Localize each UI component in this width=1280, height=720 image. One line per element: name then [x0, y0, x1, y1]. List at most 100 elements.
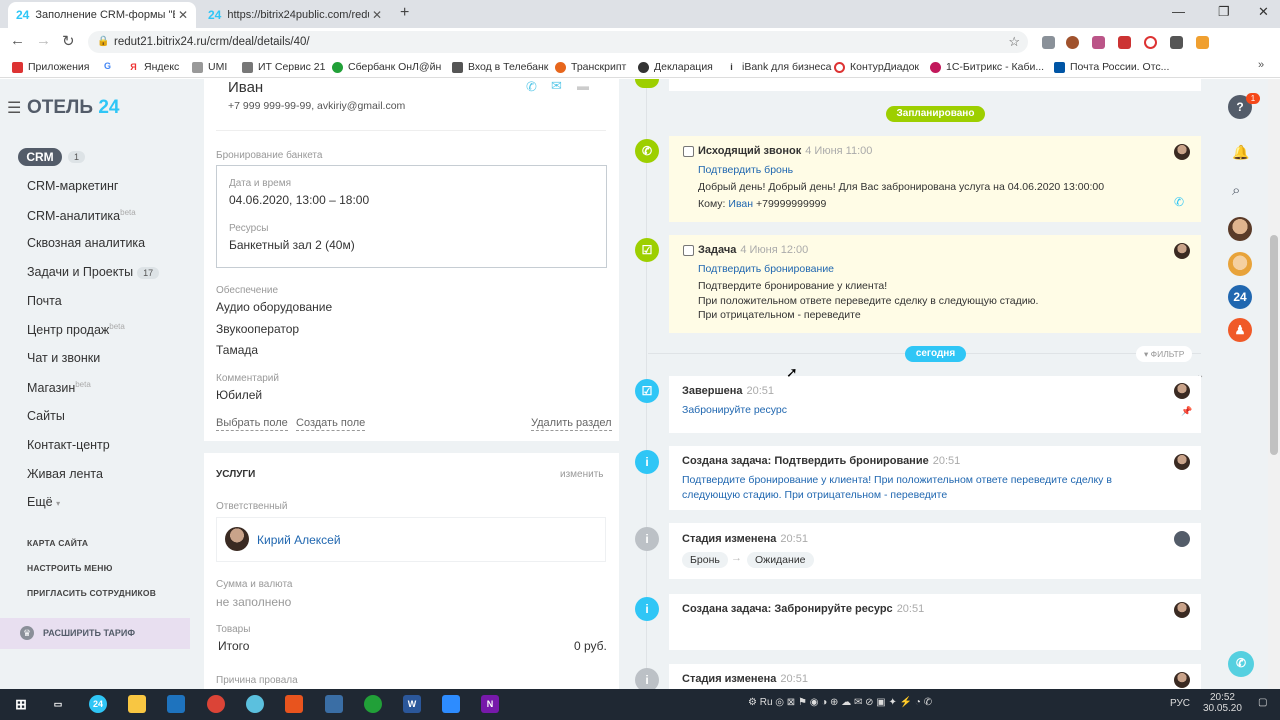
bookmark-google[interactable]: G — [102, 61, 118, 72]
contact-name[interactable]: Иван — [228, 79, 263, 96]
close-tab-icon[interactable]: ✕ — [372, 8, 382, 22]
extension-icon[interactable] — [1092, 36, 1105, 49]
bookmark[interactable]: i iBank для бизнеса — [726, 61, 831, 73]
bitrix24-app-icon[interactable]: 24 — [89, 695, 107, 713]
chat-icon[interactable]: ▬ — [577, 79, 589, 93]
extension-icon[interactable] — [1170, 36, 1183, 49]
logo[interactable]: ОТЕЛЬ 24 — [27, 97, 119, 119]
app-icon[interactable] — [325, 695, 343, 713]
task-done-checkbox[interactable] — [683, 245, 694, 256]
call-done-checkbox[interactable] — [683, 146, 694, 157]
tray-icons[interactable]: ⚙ Ru ◎ ⊠ ⚑ ◉ ◑ ⊕ ☁ ✉ ⊘ ▣ ✦ ⚡ ◔ ✆ — [748, 697, 932, 708]
bookmark[interactable]: Я Яндекс — [128, 61, 179, 73]
delete-section-link[interactable]: Удалить раздел — [531, 417, 612, 431]
bookmark[interactable]: Транскрипт — [555, 61, 626, 73]
bookmark[interactable]: 1С-Битрикс - Каби... — [930, 61, 1044, 73]
more-bookmarks-icon[interactable]: » — [1258, 59, 1264, 71]
site-icon — [242, 61, 253, 73]
invite-employees-link[interactable]: ПРИГЛАСИТЬ СОТРУДНИКОВ — [27, 588, 156, 598]
configure-menu-link[interactable]: НАСТРОИТЬ МЕНЮ — [27, 563, 113, 573]
close-window-icon[interactable]: ✕ — [1258, 4, 1269, 20]
call-action-icon[interactable]: ✆ — [1174, 195, 1184, 209]
task-subject[interactable]: Подтвердить бронирование — [698, 263, 834, 275]
menu-item-crm-marketing[interactable]: CRM-маркетинг — [27, 179, 118, 193]
language-indicator[interactable]: РУС — [1170, 698, 1190, 709]
tab-title: https://bitrix24public.com/redut — [227, 9, 370, 21]
create-field-link[interactable]: Создать поле — [296, 417, 366, 431]
hamburger-icon[interactable]: ☰ — [7, 98, 21, 118]
bitrix24-icon[interactable]: 24 — [1228, 285, 1252, 309]
close-tab-icon[interactable]: ✕ — [178, 8, 188, 22]
menu-item-mail[interactable]: Почта — [27, 294, 62, 308]
browser-tab[interactable]: 24 https://bitrix24public.com/redut ✕ — [200, 2, 390, 28]
bookmark[interactable]: Вход в Телебанк — [452, 61, 548, 73]
bookmark[interactable]: Сбербанк ОнЛ@йн — [332, 61, 441, 73]
menu-item-contact-center[interactable]: Контакт-центр — [27, 438, 110, 452]
search-icon[interactable]: ⌕ — [1232, 182, 1240, 199]
extension-icon[interactable] — [1066, 36, 1079, 49]
menu-item-analytics[interactable]: Сквозная аналитика — [27, 236, 145, 250]
task-view-icon[interactable]: ▭ — [49, 695, 67, 713]
menu-item-more[interactable]: Ещё ▾ — [27, 495, 60, 509]
app-icon[interactable] — [285, 695, 303, 713]
menu-item-shop[interactable]: Магазинbeta — [27, 380, 91, 395]
clock[interactable]: 20:52 30.05.20 — [1203, 692, 1242, 714]
timeline-stage-card[interactable] — [669, 523, 1201, 579]
app-icon[interactable] — [167, 695, 185, 713]
extension-icon[interactable] — [1196, 36, 1209, 49]
windows-start-icon[interactable]: ⊞ — [12, 695, 30, 713]
done-link[interactable]: Забронируйте ресурс — [682, 404, 787, 416]
extension-icon[interactable] — [1118, 36, 1131, 49]
change-link[interactable]: изменить — [560, 469, 604, 480]
chrome-icon[interactable] — [207, 695, 225, 713]
created-text-line[interactable]: Подтвердите бронирование у клиента! При … — [682, 474, 1112, 486]
bookmark[interactable]: Декларация — [638, 61, 713, 73]
menu-item-sites[interactable]: Сайты — [27, 409, 65, 423]
call-subject[interactable]: Подтвердить бронь — [698, 164, 793, 176]
app-icon[interactable] — [246, 695, 264, 713]
minimize-icon[interactable]: — — [1172, 4, 1185, 19]
menu-item-chat[interactable]: Чат и звонки — [27, 351, 100, 365]
phone-icon[interactable]: ✆ — [526, 79, 537, 95]
menu-item-crm[interactable]: CRM — [18, 148, 62, 166]
bookmark-apps[interactable]: Приложения — [12, 61, 89, 73]
word-icon[interactable]: W — [403, 695, 421, 713]
bookmark[interactable]: UMI — [192, 61, 227, 73]
menu-item-live-feed[interactable]: Живая лента — [27, 467, 103, 481]
onenote-icon[interactable]: N — [481, 695, 499, 713]
app-icon[interactable] — [364, 695, 382, 713]
call-button-icon[interactable]: ✆ — [1228, 651, 1254, 677]
created-text-line[interactable]: следующую стадию. При отрицательном - пе… — [682, 489, 947, 501]
user-avatar[interactable] — [1228, 217, 1252, 241]
upgrade-tariff-button[interactable]: ♛ РАСШИРИТЬ ТАРИФ — [0, 618, 190, 649]
extension-icon[interactable] — [1042, 36, 1055, 49]
filter-button[interactable]: ▾ ФИЛЬТР — [1136, 346, 1193, 362]
url-input[interactable]: 🔒 redut21.bitrix24.ru/crm/deal/details/4… — [88, 31, 1028, 53]
bookmark[interactable]: ИТ Сервис 21 — [242, 61, 325, 73]
email-icon[interactable]: ✉ — [551, 78, 562, 94]
forward-icon[interactable]: → — [36, 32, 51, 49]
reload-icon[interactable]: ↻ — [62, 32, 75, 50]
menu-item-tasks[interactable]: Задачи и Проекты 17 — [27, 265, 160, 279]
menu-item-sales-center[interactable]: Центр продажbeta — [27, 322, 125, 337]
browser-tab-active[interactable]: 24 Заполнение CRM-формы "Брон ✕ — [8, 2, 196, 28]
user-group-icon[interactable]: ♟ — [1228, 318, 1252, 342]
bookmark-star-icon[interactable]: ☆ — [1008, 31, 1020, 53]
notifications-icon[interactable]: ▢ — [1258, 697, 1267, 708]
bell-icon[interactable]: 🔔 — [1232, 144, 1249, 161]
new-tab-button[interactable]: + — [400, 4, 409, 22]
pin-icon[interactable]: 📌 — [1181, 406, 1192, 417]
file-explorer-icon[interactable] — [128, 695, 146, 713]
select-field-link[interactable]: Выбрать поле — [216, 417, 288, 431]
bookmark[interactable]: Почта России. Отс... — [1054, 61, 1169, 73]
back-icon[interactable]: ← — [10, 32, 25, 49]
responsible-name[interactable]: Кирий Алексей — [257, 533, 341, 547]
bookmark[interactable]: КонтурДиадок — [834, 61, 919, 73]
zoom-icon[interactable] — [442, 695, 460, 713]
user-avatar[interactable] — [1228, 252, 1252, 276]
extension-icon[interactable] — [1144, 36, 1157, 49]
scrollbar-thumb[interactable] — [1270, 235, 1278, 455]
maximize-icon[interactable]: ❐ — [1218, 4, 1230, 20]
sitemap-link[interactable]: КАРТА САЙТА — [27, 538, 88, 548]
menu-item-crm-analytics[interactable]: CRM-аналитикаbeta — [27, 208, 136, 223]
